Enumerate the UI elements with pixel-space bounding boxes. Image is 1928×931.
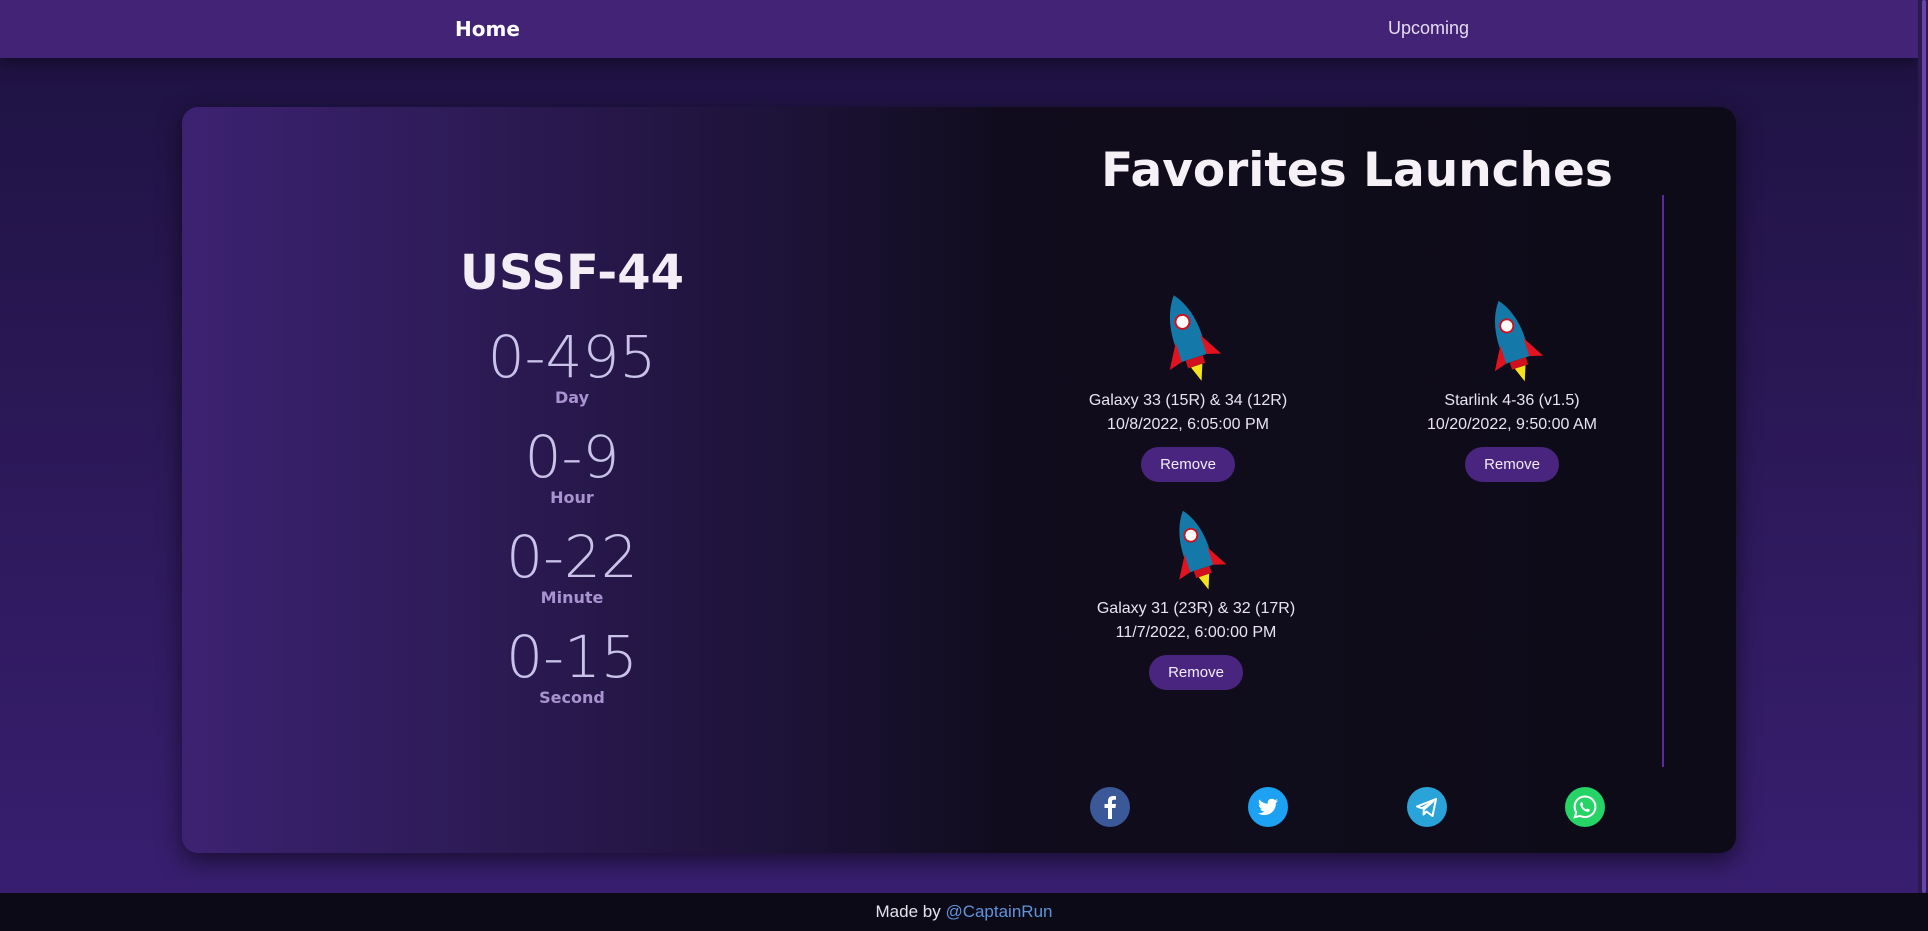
launch-date: 10/20/2022, 9:50:00 AM	[1427, 416, 1597, 433]
favorite-launch-card: Galaxy 31 (23R) & 32 (17R) 11/7/2022, 6:…	[1066, 505, 1326, 690]
whatsapp-icon	[1573, 795, 1597, 819]
page-scrollbar[interactable]	[1918, 0, 1928, 893]
countdown-minutes: 0-22 Minute	[182, 525, 962, 607]
favorite-launch-card: Starlink 4-36 (v1.5) 10/20/2022, 9:50:00…	[1382, 295, 1642, 482]
launch-name: Galaxy 33 (15R) & 34 (12R)	[1088, 392, 1288, 409]
twitter-icon	[1258, 798, 1278, 816]
countdown-label: Hour	[550, 488, 594, 507]
mission-name: USSF-44	[460, 245, 684, 301]
footer-text: Made by	[875, 902, 941, 921]
footer: Made by @CaptainRun	[0, 893, 1928, 931]
nav-upcoming-link[interactable]: Upcoming	[1388, 18, 1469, 39]
telegram-icon	[1416, 798, 1437, 817]
rocket-icon	[1169, 295, 1222, 381]
remove-button[interactable]: Remove	[1465, 447, 1559, 482]
nav-home-link[interactable]: Home	[455, 17, 520, 41]
countdown-value: 0-495	[487, 323, 657, 391]
countdown-label: Day	[554, 388, 589, 407]
navbar: Home Upcoming	[0, 0, 1918, 58]
countdown-value: 0-9	[524, 423, 620, 491]
countdown-label: Minute	[540, 588, 604, 607]
rocket-icon	[1494, 300, 1544, 382]
remove-button[interactable]: Remove	[1141, 447, 1235, 482]
countdown-value: 0-15	[506, 623, 638, 691]
countdown-days: 0-495 Day	[182, 325, 962, 407]
whatsapp-share-button[interactable]	[1565, 787, 1605, 827]
launch-name: Galaxy 31 (23R) & 32 (17R)	[1096, 600, 1296, 617]
countdown-seconds: 0-15 Second	[182, 625, 962, 707]
launch-date: 11/7/2022, 6:00:00 PM	[1115, 624, 1277, 641]
countdown-hours: 0-9 Hour	[182, 425, 962, 507]
countdown-label: Second	[539, 688, 605, 707]
favorite-launch-card: Galaxy 33 (15R) & 34 (12R) 10/8/2022, 6:…	[1058, 289, 1318, 482]
facebook-share-button[interactable]	[1090, 787, 1130, 827]
favorites-title: Favorites Launches	[1101, 143, 1613, 198]
countdown-value: 0-22	[506, 523, 638, 591]
facebook-icon	[1104, 796, 1116, 819]
scrollbar-thumb[interactable]	[1922, 0, 1926, 893]
footer-author-link[interactable]: @CaptainRun	[945, 902, 1052, 921]
twitter-share-button[interactable]	[1248, 787, 1288, 827]
remove-button[interactable]: Remove	[1149, 655, 1243, 690]
favorites-divider	[1662, 195, 1664, 767]
main-card: USSF-44 0-495 Day 0-9 Hour 0-22 Minute 0…	[182, 107, 1736, 853]
rocket-icon	[1179, 510, 1227, 590]
launch-date: 10/8/2022, 6:05:00 PM	[1107, 416, 1269, 433]
countdown-panel: USSF-44 0-495 Day 0-9 Hour 0-22 Minute 0…	[182, 107, 962, 853]
telegram-share-button[interactable]	[1407, 787, 1447, 827]
launch-name: Starlink 4-36 (v1.5)	[1444, 392, 1580, 409]
